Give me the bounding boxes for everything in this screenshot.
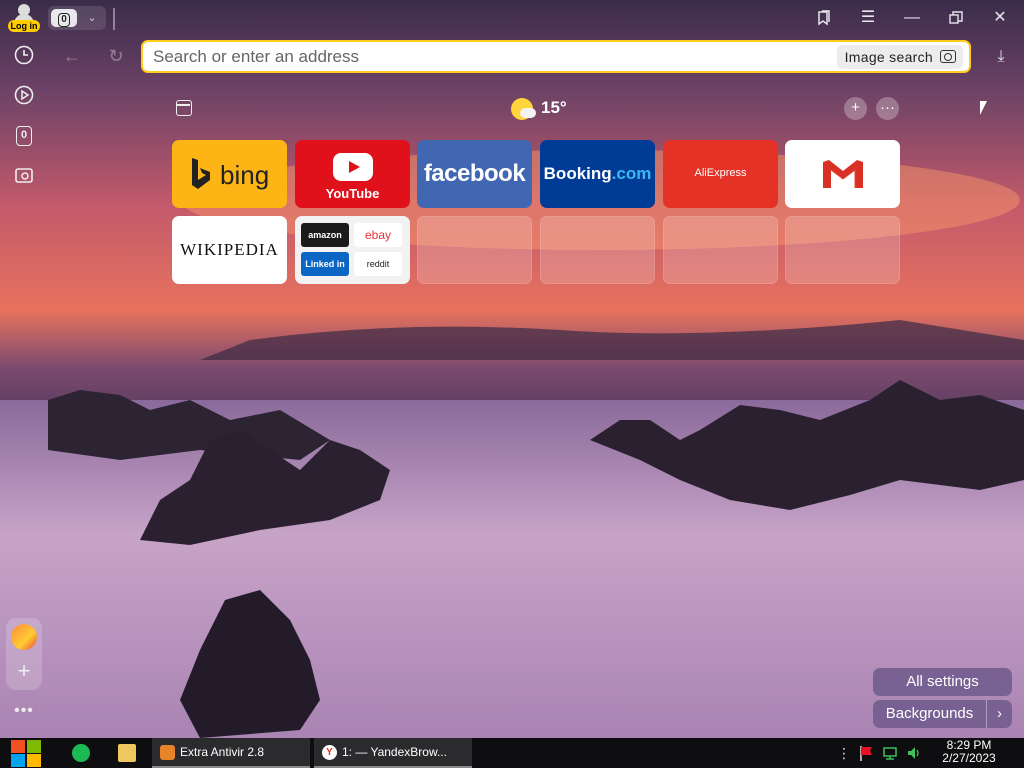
address-bar[interactable]: Image search (141, 40, 971, 73)
tabs-count: 0 (58, 13, 70, 27)
history-icon[interactable] (12, 44, 36, 68)
assistant-panel: + (6, 618, 42, 690)
close-button[interactable]: ✕ (987, 6, 1013, 30)
booking-name: Booking (543, 164, 612, 183)
network-icon[interactable] (882, 744, 898, 762)
menu-icon[interactable]: ☰ (855, 6, 881, 30)
empty-tile[interactable] (663, 216, 778, 284)
tray-overflow-icon[interactable]: ⋮ (836, 744, 852, 762)
backgrounds-label: Backgrounds (885, 705, 974, 722)
camera-icon (940, 50, 956, 63)
file-explorer-icon[interactable] (118, 744, 136, 762)
profile-button[interactable]: Log in (8, 4, 40, 32)
tile-label: facebook (423, 160, 526, 187)
tile-wikipedia[interactable]: Wikipedia (172, 216, 287, 284)
login-badge[interactable]: Log in (8, 20, 40, 32)
taskbar: Extra Antivir 2.8 Y 1: — YandexBrow... ⋮… (0, 738, 1024, 768)
image-search-button[interactable]: Image search (836, 45, 963, 69)
temperature: 15° (541, 98, 567, 117)
window-icon[interactable] (176, 100, 192, 116)
gmail-logo-icon (823, 160, 863, 188)
tabs-manager-count: 0 (16, 126, 32, 146)
mini-tile-amazon: amazon (301, 223, 349, 247)
cloud-icon (520, 108, 536, 118)
all-settings-button[interactable]: All settings (873, 668, 1012, 696)
app-icon-green[interactable] (72, 744, 90, 762)
windows-logo-part (27, 740, 41, 753)
bookmarks-icon[interactable] (811, 6, 837, 30)
tile-youtube[interactable]: YouTube (295, 140, 410, 208)
image-search-label: Image search (844, 49, 933, 65)
windows-logo-icon (11, 740, 25, 753)
tile-multi-folder[interactable]: amazon ebay Linked in reddit (295, 216, 410, 284)
tabs-counter-button[interactable]: 0 (51, 9, 77, 27)
clock[interactable]: 8:29 PM 2/27/2023 (932, 739, 1006, 765)
screenshot-icon[interactable] (12, 164, 36, 188)
alice-assistant-icon[interactable] (11, 624, 37, 650)
add-tile-button[interactable]: + (844, 97, 867, 120)
mini-tile-ebay: ebay (354, 223, 402, 247)
empty-tile[interactable] (540, 216, 655, 284)
divider (113, 8, 115, 30)
empty-tile[interactable] (417, 216, 532, 284)
taskbar-item-label: Extra Antivir 2.8 (180, 745, 265, 759)
tile-label: YouTube (325, 186, 380, 201)
more-icon[interactable]: ••• (12, 702, 36, 726)
sidebar: 0 + ••• (0, 38, 48, 738)
chevron-right-icon[interactable]: › (986, 700, 1012, 728)
youtube-play-icon (333, 153, 373, 181)
mouse-cursor-icon (980, 101, 987, 115)
volume-icon[interactable] (906, 744, 922, 762)
restore-button[interactable] (943, 6, 969, 30)
tile-aliexpress[interactable]: AliExpress (663, 140, 778, 208)
top-bar: Log in 0 ⌄ ☰ — ✕ (0, 0, 1024, 38)
tile-bing[interactable]: bing (172, 140, 287, 208)
tile-gmail[interactable] (785, 140, 900, 208)
empty-tile[interactable] (785, 216, 900, 284)
windows-logo-part (27, 754, 41, 767)
address-input[interactable] (153, 46, 813, 68)
mini-tile-linkedin: Linked in (301, 252, 349, 276)
bing-logo-icon (192, 158, 210, 189)
antivirus-icon (160, 745, 175, 760)
tile-label: Booking.com (540, 164, 655, 184)
tile-booking[interactable]: Booking.com (540, 140, 655, 208)
start-button[interactable] (10, 738, 44, 768)
minimize-button[interactable]: — (899, 6, 925, 30)
taskbar-item-browser[interactable]: Y 1: — YandexBrow... (314, 738, 472, 768)
chevron-down-icon[interactable]: ⌄ (84, 10, 100, 26)
flag-icon[interactable] (858, 744, 874, 762)
tab-group[interactable]: 0 ⌄ (48, 6, 106, 30)
back-button[interactable]: ← (60, 44, 84, 68)
clock-date: 2/27/2023 (942, 751, 996, 765)
tile-label: AliExpress (694, 167, 747, 179)
taskbar-item-antivirus[interactable]: Extra Antivir 2.8 (152, 738, 310, 768)
yandex-browser-icon: Y (322, 745, 337, 760)
reload-button[interactable]: ↻ (104, 44, 128, 68)
tile-facebook[interactable]: facebook (417, 140, 532, 208)
tile-label: Wikipedia (180, 240, 279, 259)
download-icon[interactable]: ⤓ (990, 46, 1012, 68)
tabs-manager-button[interactable]: 0 (12, 124, 36, 148)
windows-logo-part (11, 754, 25, 767)
taskbar-item-label: 1: — YandexBrow... (342, 745, 447, 759)
mini-tile-reddit: reddit (354, 252, 402, 276)
add-panel-button[interactable]: + (11, 658, 37, 684)
media-play-icon[interactable] (12, 84, 36, 108)
more-options-button[interactable]: ··· (876, 97, 899, 120)
tile-label: bing (220, 160, 270, 190)
backgrounds-button[interactable]: Backgrounds › (873, 700, 1012, 728)
booking-suffix: .com (611, 164, 652, 183)
